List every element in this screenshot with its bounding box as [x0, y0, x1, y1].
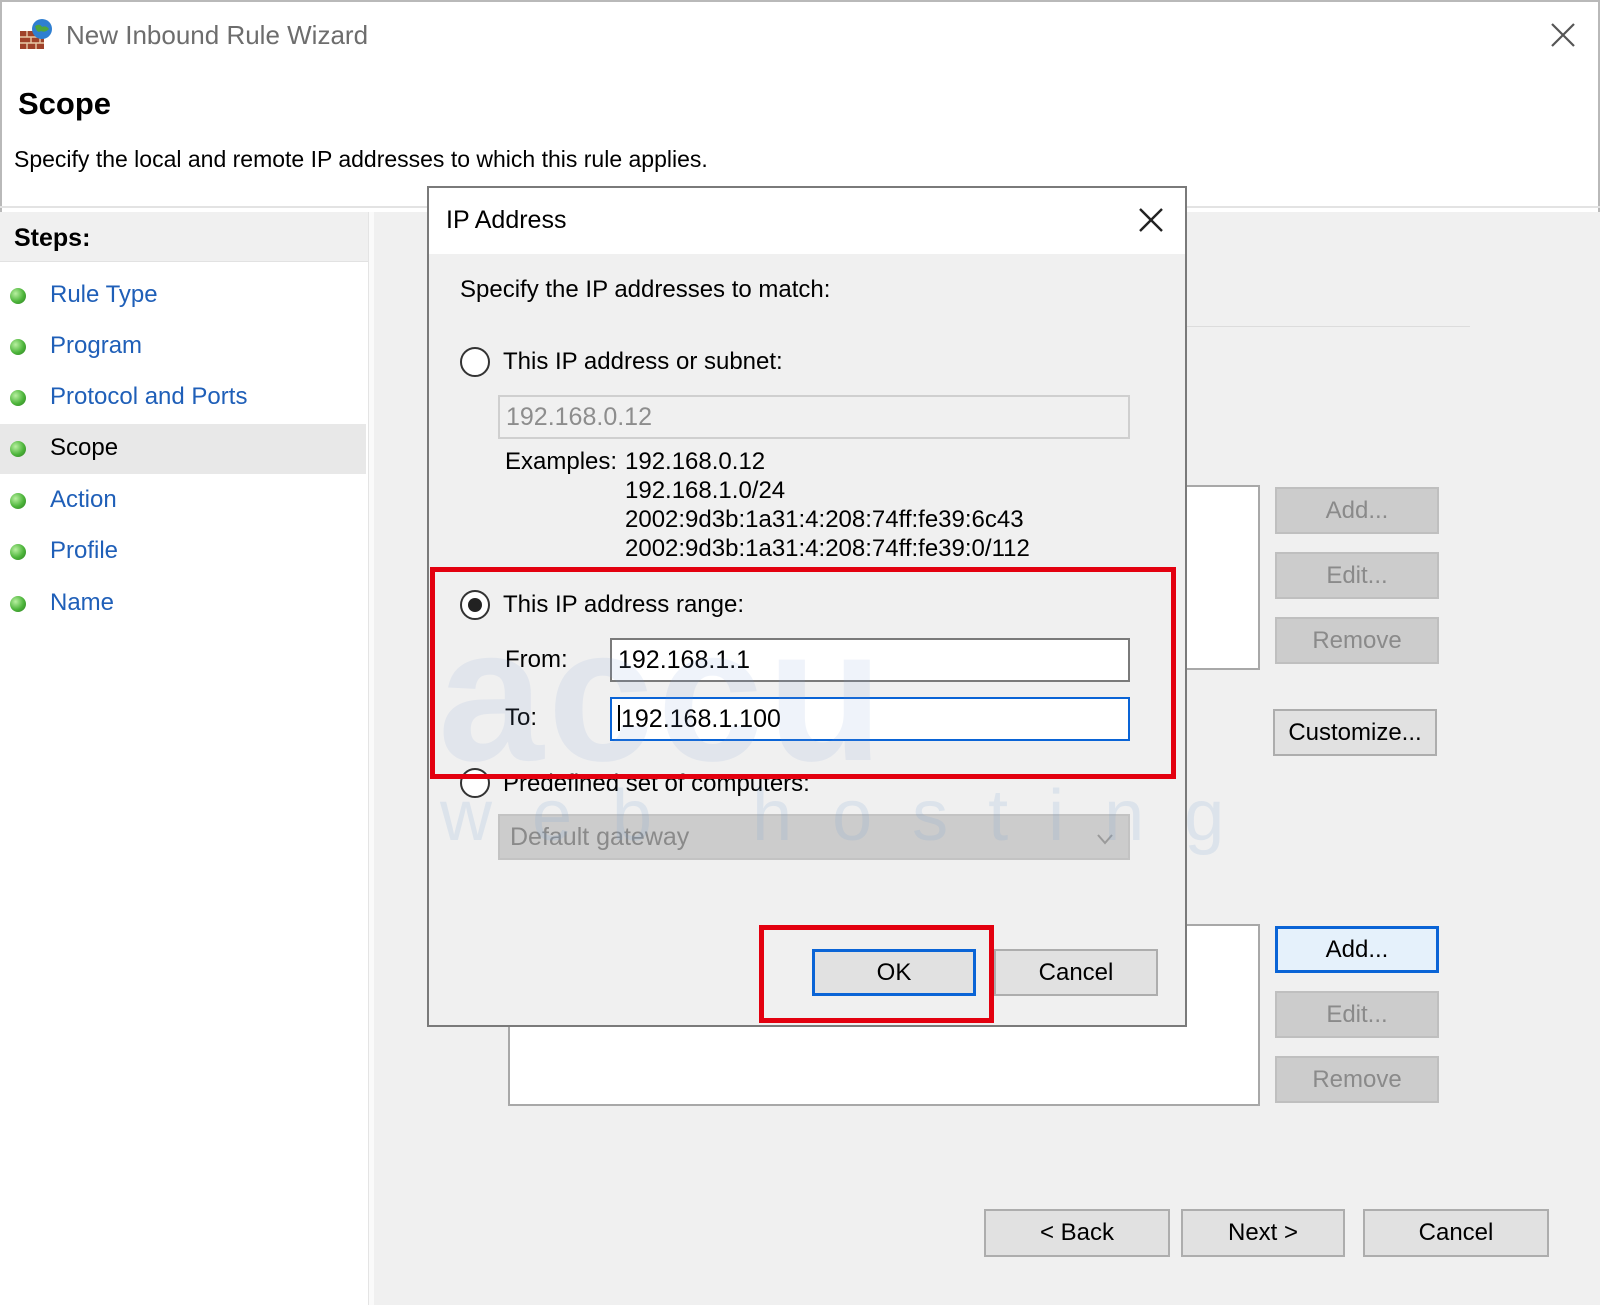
step-bullet-icon — [10, 596, 26, 612]
dialog-prompt: Specify the IP addresses to match: — [460, 276, 831, 303]
dialog-title: IP Address — [446, 206, 567, 234]
example-line: 2002:9d3b:1a31:4:208:74ff:fe39:6c43 — [625, 506, 1024, 533]
step-label: Scope — [50, 434, 119, 461]
example-line: 2002:9d3b:1a31:4:208:74ff:fe39:0/112 — [625, 535, 1030, 562]
step-bullet-icon — [10, 441, 26, 457]
examples-label: Examples: — [505, 448, 618, 475]
back-button[interactable]: < Back — [984, 1209, 1170, 1257]
step-rule-type[interactable]: Rule Type — [0, 271, 366, 321]
step-bullet-icon — [10, 544, 26, 560]
close-icon[interactable] — [1546, 18, 1580, 52]
example-line: 192.168.1.0/24 — [625, 477, 786, 504]
step-label: Action — [50, 486, 117, 513]
next-button[interactable]: Next > — [1181, 1209, 1345, 1257]
cancel-button[interactable]: Cancel — [1363, 1209, 1549, 1257]
close-icon[interactable] — [1136, 205, 1166, 235]
subnet-radio[interactable] — [460, 347, 490, 377]
watermark-tagline: web hosting — [440, 776, 1265, 856]
local-remove-button[interactable]: Remove — [1275, 617, 1439, 664]
step-label: Profile — [50, 537, 119, 564]
step-label: Name — [50, 589, 115, 616]
step-bullet-icon — [10, 288, 26, 304]
customize-button[interactable]: Customize... — [1273, 709, 1437, 756]
local-edit-button[interactable]: Edit... — [1275, 552, 1439, 599]
step-profile[interactable]: Profile — [0, 527, 366, 577]
step-label: Protocol and Ports — [50, 383, 248, 410]
subnet-radio-label: This IP address or subnet: — [503, 348, 783, 375]
page-description: Specify the local and remote IP addresse… — [14, 146, 708, 172]
step-label: Rule Type — [50, 281, 158, 308]
step-protocol-and-ports[interactable]: Protocol and Ports — [0, 373, 366, 423]
subnet-input[interactable]: 192.168.0.12 — [498, 395, 1130, 439]
local-add-button[interactable]: Add... — [1275, 487, 1439, 534]
step-action[interactable]: Action — [0, 476, 366, 526]
steps-title: Steps: — [14, 224, 91, 252]
remote-add-button[interactable]: Add... — [1275, 926, 1439, 973]
firewall-icon — [20, 19, 52, 49]
step-bullet-icon — [10, 339, 26, 355]
remote-edit-button[interactable]: Edit... — [1275, 991, 1439, 1038]
example-line: 192.168.0.12 — [625, 448, 766, 475]
step-scope[interactable]: Scope — [0, 424, 366, 474]
step-program[interactable]: Program — [0, 322, 366, 372]
dialog-cancel-button[interactable]: Cancel — [994, 949, 1158, 996]
step-name[interactable]: Name — [0, 579, 366, 629]
page-heading: Scope — [18, 86, 112, 121]
step-label: Program — [50, 332, 143, 359]
window-title: New Inbound Rule Wizard — [66, 20, 369, 50]
ok-button[interactable]: OK — [812, 949, 976, 996]
watermark-logo: accu — [438, 589, 888, 801]
step-bullet-icon — [10, 390, 26, 406]
step-bullet-icon — [10, 493, 26, 509]
remote-remove-button[interactable]: Remove — [1275, 1056, 1439, 1103]
